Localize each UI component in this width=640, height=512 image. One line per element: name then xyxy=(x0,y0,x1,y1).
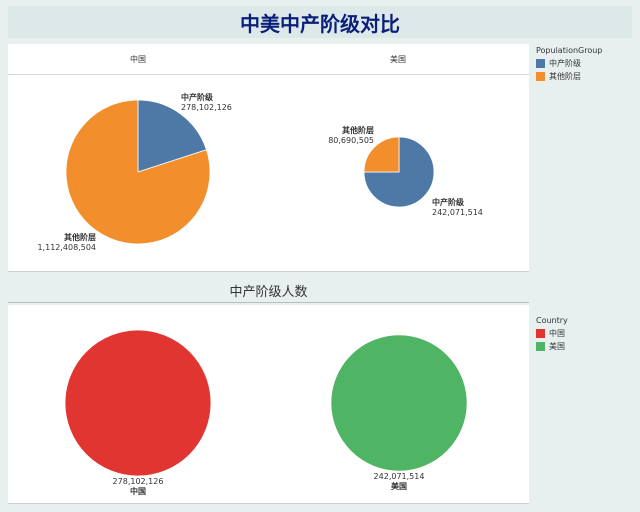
legend-item-china[interactable]: 中国 xyxy=(536,328,568,339)
bubble xyxy=(330,334,468,472)
legend-item-other-class[interactable]: 其他阶层 xyxy=(536,71,602,82)
slice-label: 其他阶层 xyxy=(64,232,96,242)
legend-swatch xyxy=(536,59,545,68)
slice-value-label: 1,112,408,504 xyxy=(37,243,96,252)
legend-title: PopulationGroup xyxy=(536,46,603,55)
slice-label: 中产阶级 xyxy=(181,92,214,102)
slice-label: 其他阶层 xyxy=(342,125,374,135)
legend-title: Country xyxy=(536,316,568,325)
legend-item-middle-class[interactable]: 中产阶级 xyxy=(536,58,602,69)
bubble-category-label: 中国 xyxy=(130,486,146,496)
legend-swatch xyxy=(536,72,545,81)
bubble xyxy=(64,329,212,477)
legend-label: 美国 xyxy=(549,342,565,351)
slice-value-label: 242,071,514 xyxy=(432,208,483,217)
legend-label: 中国 xyxy=(549,329,565,338)
legend-label: 其他阶层 xyxy=(549,72,581,81)
bubble-value-label: 242,071,514 xyxy=(374,472,425,481)
slice-value-label: 278,102,126 xyxy=(181,103,232,112)
slice-label: 中产阶级 xyxy=(432,197,465,207)
legend-population-group: PopulationGroup 中产阶级 其他阶层 xyxy=(536,46,602,84)
slice-value-label: 80,690,505 xyxy=(328,136,374,145)
bubble-category-label: 美国 xyxy=(391,481,407,491)
legend-country: Country 中国 美国 xyxy=(536,316,568,354)
legend-item-usa[interactable]: 美国 xyxy=(536,341,568,352)
legend-label: 中产阶级 xyxy=(549,59,581,68)
legend-swatch xyxy=(536,329,545,338)
legend-swatch xyxy=(536,342,545,351)
bubble-value-label: 278,102,126 xyxy=(113,477,164,486)
